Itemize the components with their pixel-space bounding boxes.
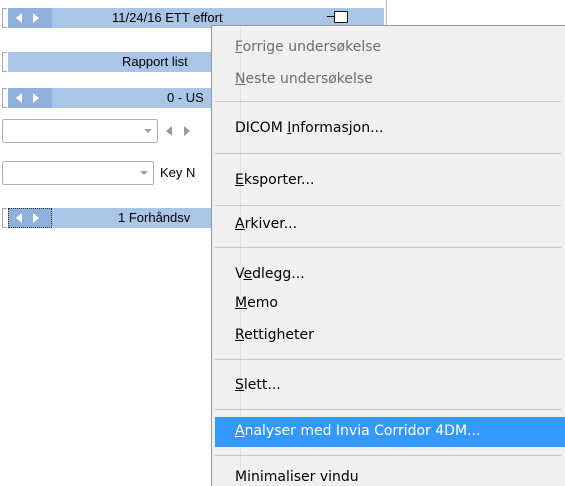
menu-item-delete[interactable]: Slett...	[235, 374, 281, 398]
accelerator-key: F	[235, 39, 243, 55]
menu-item-label: nalyser med Invia Corridor 4DM...	[244, 423, 481, 439]
view-dropdown[interactable]	[2, 119, 158, 143]
report-list-label: Rapport list	[122, 54, 188, 69]
menu-item-label: V	[235, 266, 244, 282]
study-title: 11/24/16 ETT effort	[112, 10, 223, 25]
menu-separator	[215, 205, 561, 206]
menu-separator	[215, 455, 561, 456]
menu-item-analyze-invia[interactable]: Analyser med Invia Corridor 4DM...	[235, 420, 480, 444]
series-title: 0 - US	[167, 90, 204, 105]
accelerator-key: A	[235, 423, 245, 439]
menu-item-archive[interactable]: Arkiver...	[235, 213, 297, 237]
accelerator-key: A	[235, 216, 245, 232]
menu-item-permissions[interactable]: Rettigheter	[235, 324, 314, 348]
menu-item-label: ksporter...	[243, 172, 315, 188]
menu-item-label: rkiver...	[244, 216, 298, 232]
key-dropdown[interactable]	[2, 161, 154, 185]
accelerator-key: E	[235, 172, 244, 188]
pin-icon[interactable]	[327, 11, 348, 23]
menu-item-label: nformasjon...	[291, 120, 384, 136]
preview-nav-arrows	[8, 208, 52, 228]
key-label: Key N	[160, 165, 196, 180]
menu-item-label: este undersøkelse	[245, 71, 373, 87]
menu-item-minimize-window[interactable]: Minimaliser vindu	[235, 466, 359, 486]
menu-item-attachments[interactable]: Vedlegg...	[235, 263, 305, 287]
menu-item-label: orrige undersøkelse	[242, 39, 382, 55]
menu-item-label: ettigheter	[244, 327, 314, 343]
menu-item-dicom-info[interactable]: DICOM Informasjon...	[235, 117, 383, 141]
series-nav-arrows	[8, 88, 52, 108]
accelerator-key: M	[235, 295, 248, 311]
menu-item-label: DICOM	[235, 120, 288, 136]
menu-separator	[215, 101, 561, 102]
preview-title: 1 Forhåndsv	[118, 210, 191, 225]
menu-item-label: lett...	[243, 377, 281, 393]
menu-separator	[215, 153, 561, 154]
menu-separator	[215, 409, 561, 410]
next-arrow-icon[interactable]	[33, 213, 39, 223]
gray-next-icon[interactable]	[184, 126, 190, 136]
row-edge	[2, 52, 7, 72]
menu-item-next-study[interactable]: Neste undersøkelse	[235, 68, 373, 92]
accelerator-key: N	[235, 71, 246, 87]
accelerator-key: S	[235, 377, 244, 393]
accelerator-key: R	[235, 327, 245, 343]
study-nav-arrows	[8, 8, 52, 28]
menu-item-previous-study[interactable]: Forrige undersøkelse	[235, 36, 381, 60]
next-arrow-icon[interactable]	[33, 13, 39, 23]
row-edge	[2, 208, 7, 228]
menu-item-label: emo	[247, 295, 278, 311]
next-arrow-icon[interactable]	[33, 93, 39, 103]
chevron-down-icon	[140, 171, 148, 175]
row-edge	[2, 88, 7, 108]
menu-item-label: dlegg...	[252, 266, 305, 282]
menu-separator	[215, 247, 561, 248]
menu-item-memo[interactable]: Memo	[235, 292, 278, 316]
previous-arrow-icon[interactable]	[16, 13, 22, 23]
previous-arrow-icon[interactable]	[16, 93, 22, 103]
gray-previous-icon[interactable]	[166, 126, 172, 136]
menu-separator	[215, 359, 561, 360]
previous-arrow-icon[interactable]	[16, 213, 22, 223]
menu-item-label: Minimaliser vindu	[235, 469, 359, 485]
accelerator-key: e	[243, 266, 253, 282]
context-menu: Forrige undersøkelse Neste undersøkelse …	[211, 25, 565, 486]
chevron-down-icon	[144, 129, 152, 133]
menu-item-export[interactable]: Eksporter...	[235, 169, 314, 193]
row-edge	[2, 8, 7, 28]
